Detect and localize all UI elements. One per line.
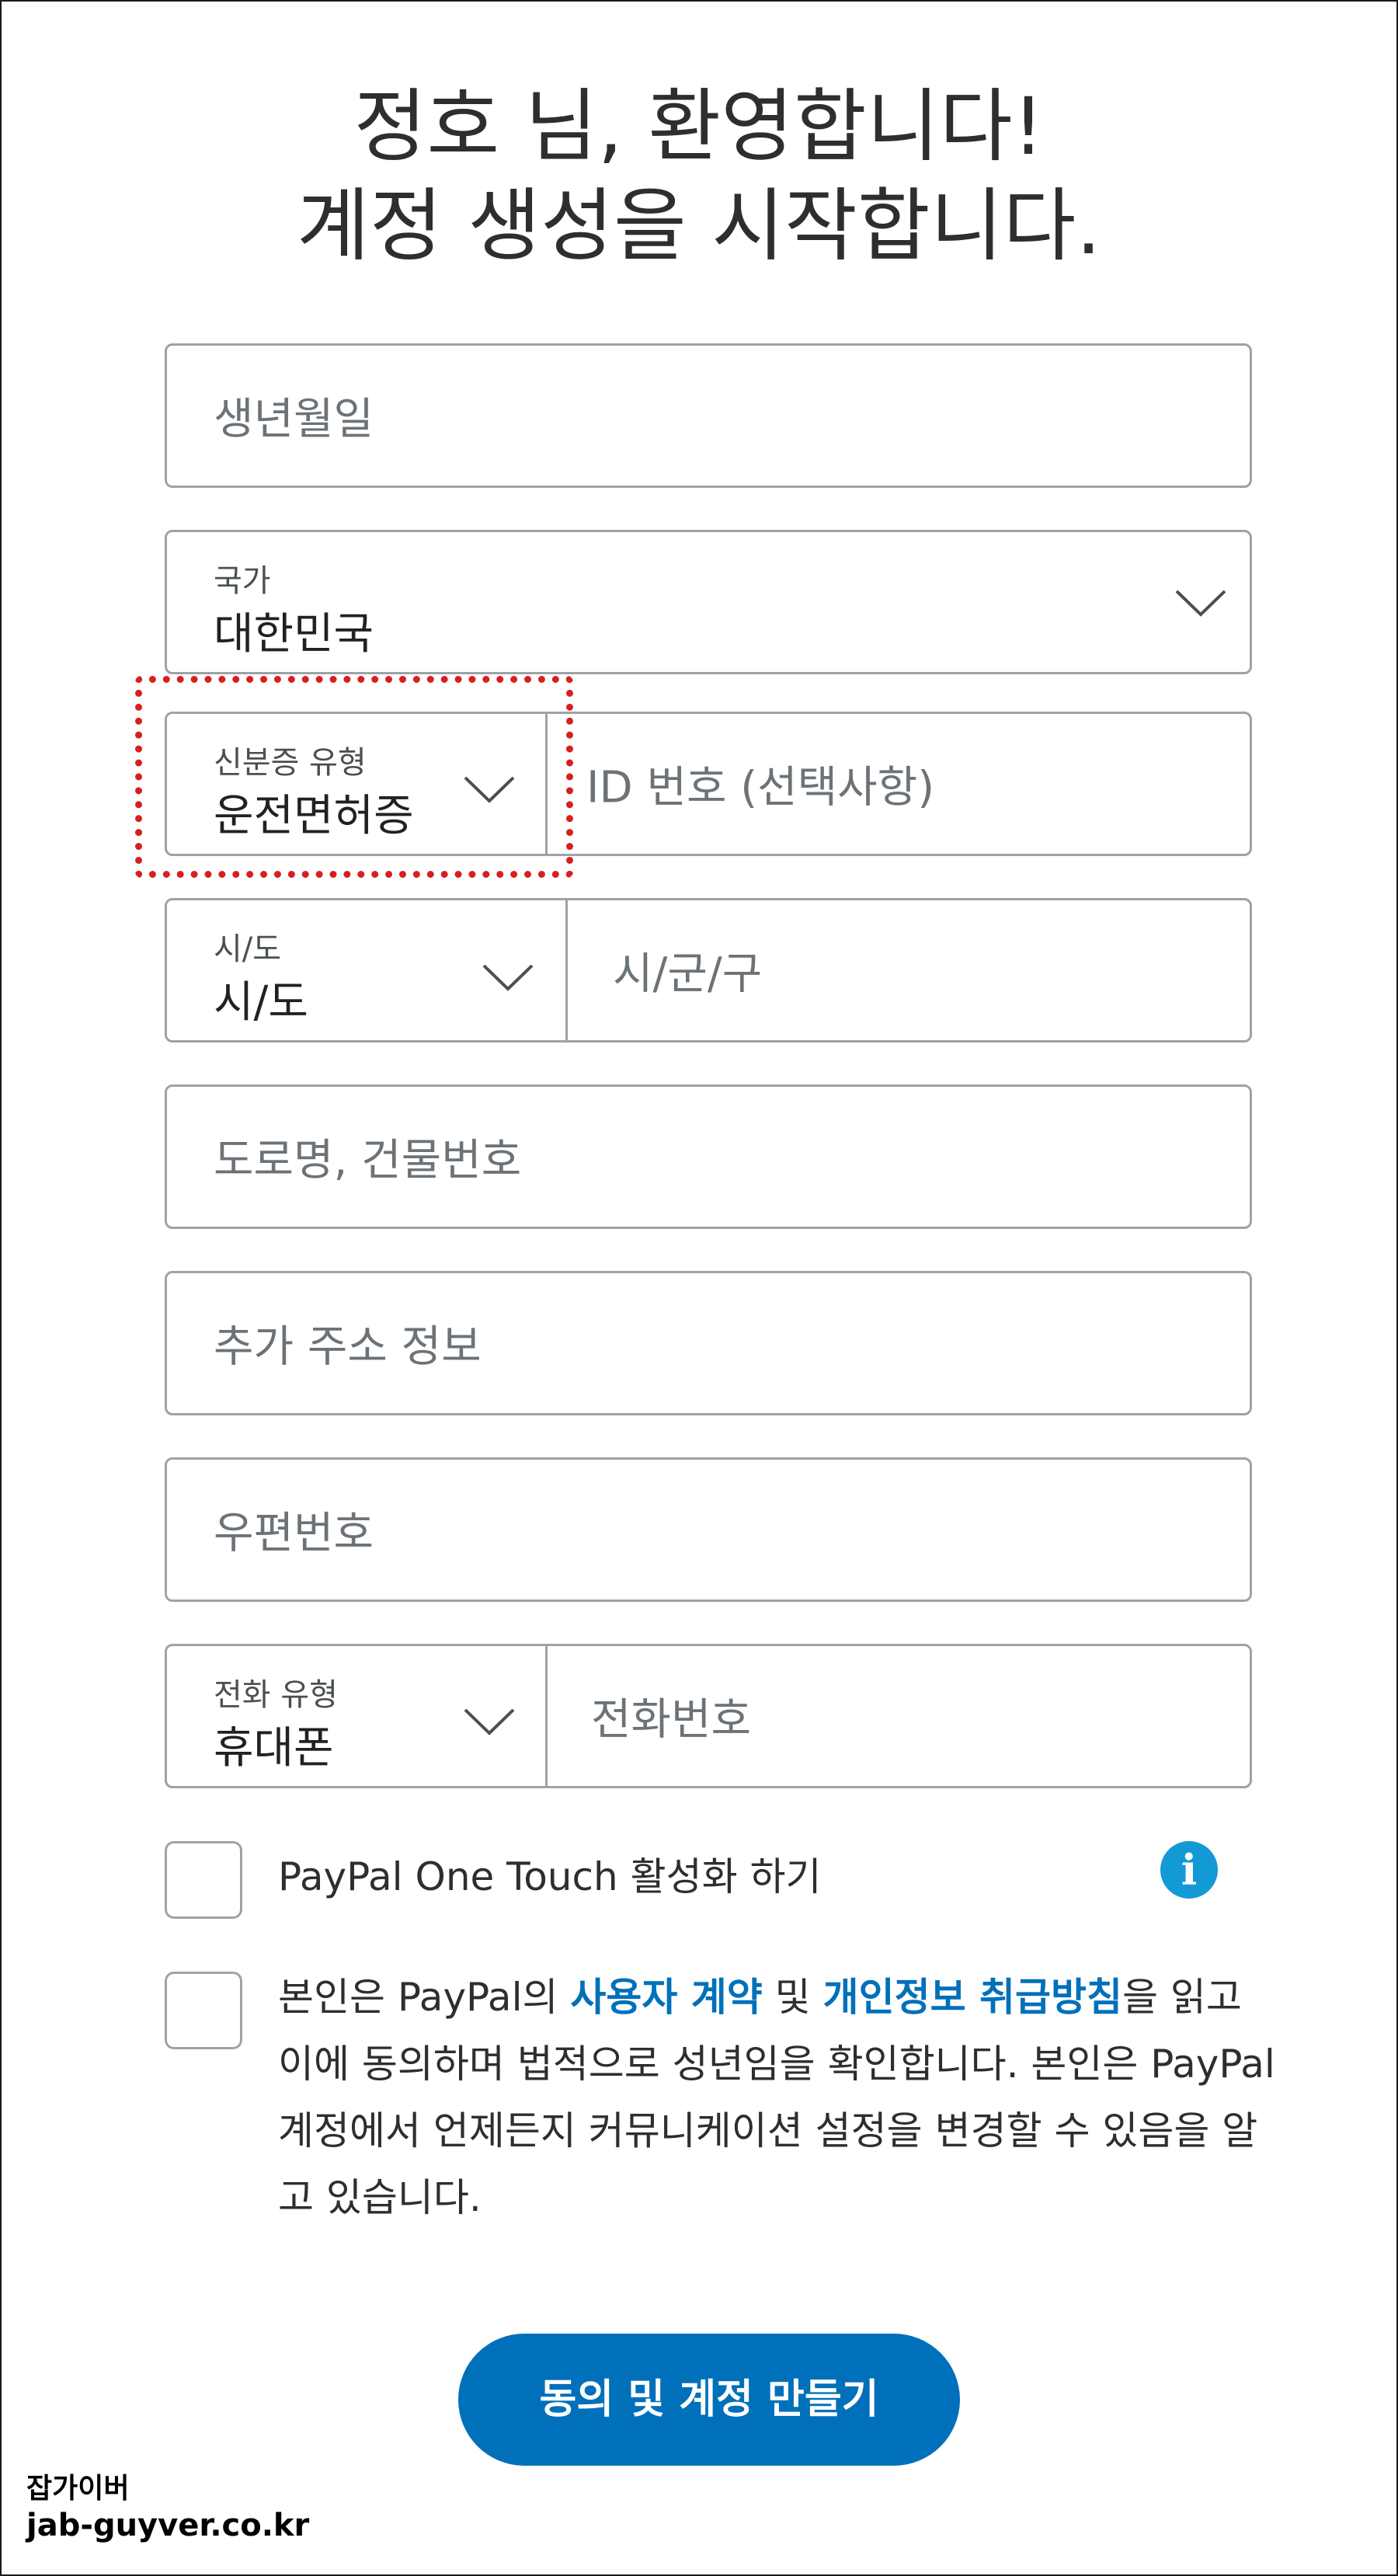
chevron-down-icon <box>464 776 515 803</box>
address-extra-placeholder: 추가 주소 정보 <box>214 1321 482 1373</box>
consent-text-part-1: 본인은 PayPal의 <box>278 1975 571 2020</box>
consent-text-part-2: 및 <box>762 1975 823 2020</box>
region-row: 시/도 시/도 시/군/구 <box>165 898 1252 1043</box>
postal-code-placeholder: 우편번호 <box>214 1508 374 1559</box>
one-touch-label: PayPal One Touch 활성화 하기 <box>278 1854 822 1899</box>
phone-type-select[interactable]: 전화 유형 휴대폰 <box>167 1646 546 1786</box>
chevron-down-icon <box>1175 590 1226 617</box>
page-title-line-2: 계정 생성을 시작합니다. <box>297 180 1101 273</box>
agree-create-account-button[interactable]: 동의 및 계정 만들기 <box>458 2334 960 2466</box>
one-touch-checkbox[interactable] <box>165 1841 242 1919</box>
street-placeholder: 도로명, 건물번호 <box>214 1135 522 1186</box>
watermark: 잡가이버 jab-guyver.co.kr <box>26 2472 309 2545</box>
page-title-line-1: 정호 님, 환영합니다! <box>353 81 1045 173</box>
consent-checkbox[interactable] <box>165 1972 242 2049</box>
page-title: 정호 님, 환영합니다! 계정 생성을 시작합니다. <box>0 78 1398 277</box>
postal-code-field[interactable]: 우편번호 <box>165 1457 1252 1602</box>
phone-type-value: 휴대폰 <box>214 1723 334 1774</box>
chevron-down-icon <box>482 964 534 991</box>
province-label: 시/도 <box>214 931 282 967</box>
city-input[interactable]: 시/군/구 <box>568 900 1250 1040</box>
chevron-down-icon <box>464 1708 515 1735</box>
privacy-policy-link[interactable]: 개인정보 취급방침 <box>823 1975 1122 2020</box>
id-type-value: 운전면허증 <box>214 791 414 841</box>
phone-type-label: 전화 유형 <box>214 1677 338 1713</box>
id-number-input[interactable]: ID 번호 (선택사항) <box>548 714 1250 854</box>
province-select[interactable]: 시/도 시/도 <box>167 900 566 1040</box>
id-number-placeholder: ID 번호 (선택사항) <box>586 762 935 813</box>
country-value: 대한민국 <box>214 609 374 660</box>
id-type-label: 신분증 유형 <box>214 745 367 781</box>
country-label: 국가 <box>214 563 271 599</box>
info-icon[interactable]: i <box>1160 1841 1218 1899</box>
phone-row: 전화 유형 휴대폰 전화번호 <box>165 1644 1252 1788</box>
id-row: 신분증 유형 운전면허증 ID 번호 (선택사항) <box>165 712 1252 856</box>
city-placeholder: 시/군/구 <box>613 949 763 1000</box>
address-extra-field[interactable]: 추가 주소 정보 <box>165 1271 1252 1415</box>
birthdate-field[interactable]: 생년월일 <box>165 343 1252 488</box>
watermark-line-1: 잡가이버 <box>26 2473 130 2505</box>
province-value: 시/도 <box>214 977 308 1028</box>
user-agreement-link[interactable]: 사용자 계약 <box>570 1975 762 2020</box>
street-field[interactable]: 도로명, 건물번호 <box>165 1084 1252 1229</box>
phone-number-placeholder: 전화번호 <box>591 1694 752 1746</box>
country-select[interactable]: 국가 대한민국 <box>165 530 1252 674</box>
birthdate-placeholder: 생년월일 <box>214 394 374 445</box>
phone-number-input[interactable]: 전화번호 <box>548 1646 1250 1786</box>
id-type-select[interactable]: 신분증 유형 운전면허증 <box>167 714 546 854</box>
consent-text: 본인은 PayPal의 사용자 계약 및 개인정보 취급방침을 읽고 이에 동의… <box>278 1964 1280 2231</box>
watermark-line-2: jab-guyver.co.kr <box>26 2508 310 2543</box>
